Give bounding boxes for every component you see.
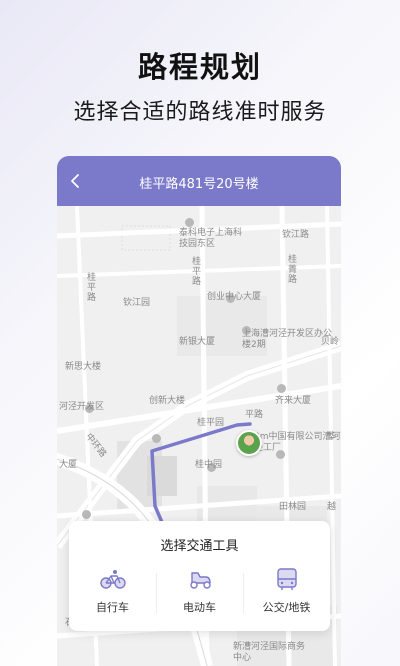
app-header: 桂平路481号20号楼 bbox=[57, 156, 341, 206]
map-label: 齐来大厦 bbox=[275, 396, 312, 406]
option-scooter[interactable]: 电动车 bbox=[156, 567, 243, 623]
poi-marker bbox=[82, 510, 91, 519]
map-label: 桂平路 bbox=[85, 272, 95, 302]
user-location-avatar[interactable] bbox=[236, 430, 262, 456]
map-label: 桂平路 bbox=[190, 256, 200, 286]
poi-marker bbox=[152, 434, 161, 443]
map-label: 创新大楼 bbox=[149, 396, 186, 406]
option-label: 电动车 bbox=[183, 601, 216, 614]
scooter-icon bbox=[189, 572, 211, 589]
option-label: 自行车 bbox=[96, 601, 129, 614]
map-label: 钦江路 bbox=[282, 230, 310, 240]
poi-marker bbox=[277, 384, 286, 393]
subheadline: 选择合适的路线准时服务 bbox=[73, 100, 327, 125]
map-label: 新思大楼 bbox=[65, 362, 102, 372]
bus-icon bbox=[276, 568, 297, 590]
option-bicycle[interactable]: 自行车 bbox=[69, 567, 156, 623]
map-label: 新漕河泾国际商务中心 bbox=[233, 642, 306, 663]
map-label: 田林园 bbox=[279, 502, 307, 512]
panel-title: 选择交通工具 bbox=[160, 539, 239, 554]
map-label: 新银大厦 bbox=[179, 337, 216, 347]
map-label: 桂平园 bbox=[197, 418, 225, 428]
map-label: 桂中园 bbox=[195, 460, 223, 470]
map-label: 华 bbox=[327, 432, 337, 442]
address-title: 桂平路481号20号楼 bbox=[139, 177, 259, 192]
map-label: 泰科电子上海科技园东区 bbox=[179, 228, 243, 249]
transport-panel: 选择交通工具 自行车 电动车 公交/地铁 bbox=[69, 521, 330, 631]
option-bus[interactable]: 公交/地铁 bbox=[243, 567, 330, 623]
map-label: 越 bbox=[327, 502, 337, 512]
map-label: 平路 bbox=[245, 410, 264, 420]
map-label: 钦江园 bbox=[123, 298, 151, 308]
map-label: 创业中心大厦 bbox=[207, 292, 262, 302]
bicycle-icon bbox=[99, 570, 126, 589]
map-label: 大厦 bbox=[59, 460, 78, 470]
headline: 路程规划 bbox=[137, 50, 262, 84]
map-label: 贝岭 bbox=[321, 337, 340, 347]
option-label: 公交/地铁 bbox=[262, 601, 311, 614]
poi-marker bbox=[185, 218, 194, 227]
map-label: 桂菁路 bbox=[286, 254, 296, 284]
avatar bbox=[238, 432, 260, 454]
map-label: 河泾开发区 bbox=[59, 402, 105, 412]
